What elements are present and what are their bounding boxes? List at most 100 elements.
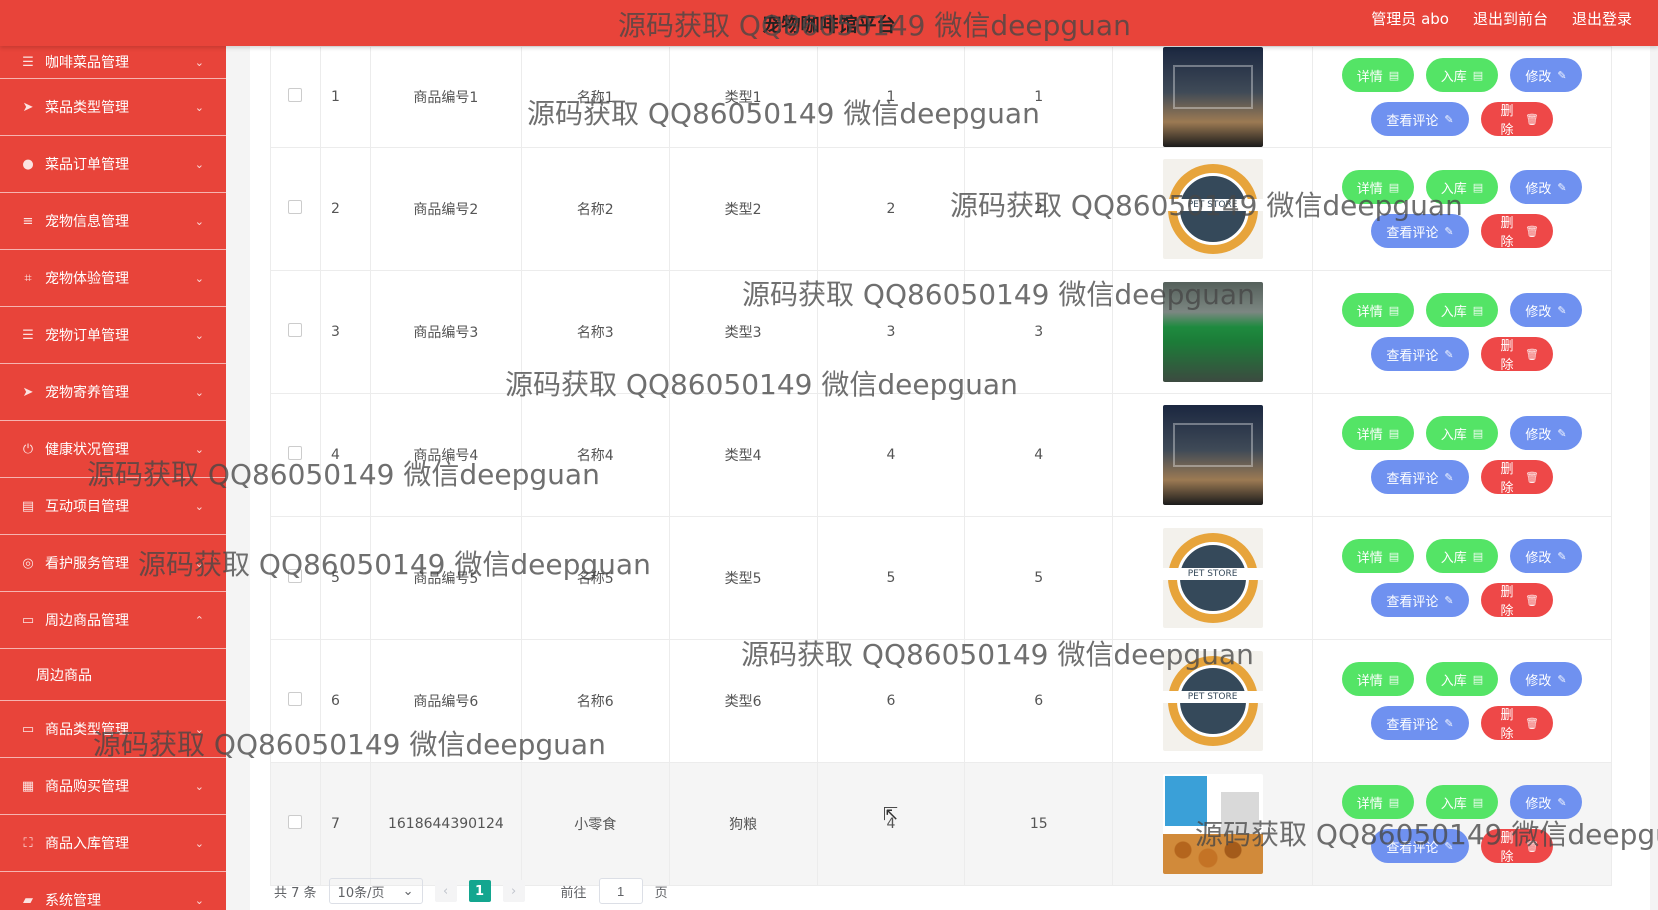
row-index: 7: [319, 762, 371, 886]
sidebar-item-6[interactable]: ➤ 宠物寄养管理 ⌄: [0, 364, 226, 421]
detail-button[interactable]: 详情 ▤: [1342, 662, 1414, 696]
stock-in-button[interactable]: 入库 ▤: [1426, 170, 1498, 204]
back-to-frontend-link[interactable]: 退出到前台: [1473, 8, 1548, 29]
logout-link[interactable]: 退出登录: [1572, 8, 1632, 29]
row-checkbox[interactable]: [288, 815, 303, 829]
trash-icon: 🗑: [1525, 839, 1539, 853]
sidebar-item-8[interactable]: ▤ 互动项目管理 ⌄: [0, 478, 226, 535]
stock-in-button[interactable]: 入库 ▤: [1426, 785, 1498, 819]
goods-value-2: 6: [964, 639, 1114, 763]
edit-button[interactable]: 修改 ✎: [1510, 293, 1582, 327]
row-checkbox[interactable]: [288, 446, 303, 460]
top-bar: 宠物咖啡馆平台 管理员 abo 退出到前台 退出登录: [0, 0, 1658, 46]
chevron-down-icon: ⌄: [194, 157, 204, 171]
delete-button[interactable]: 删除 🗑: [1481, 102, 1553, 138]
pencil-icon: ✎: [1444, 224, 1454, 238]
view-reviews-button[interactable]: 查看评论 ✎: [1371, 214, 1469, 248]
row-checkbox[interactable]: [288, 323, 303, 337]
page-1-button[interactable]: 1: [468, 880, 491, 902]
page-size-select[interactable]: 10条/页 ⌄: [328, 878, 423, 904]
detail-button[interactable]: 详情 ▤: [1342, 416, 1414, 450]
delete-button[interactable]: 删除 🗑: [1481, 214, 1553, 250]
detail-button[interactable]: 详情 ▤: [1342, 293, 1414, 327]
detail-button[interactable]: 详情 ▤: [1342, 785, 1414, 819]
sidebar-item-label: 咖啡菜品管理: [45, 55, 129, 71]
delete-button[interactable]: 删除 🗑: [1481, 829, 1553, 865]
chevron-down-icon: ⌄: [194, 271, 204, 285]
edit-button[interactable]: 修改 ✎: [1510, 539, 1582, 573]
sidebar-item-label: 宠物寄养管理: [45, 385, 129, 401]
sidebar-item-9[interactable]: ◎ 看护服务管理 ⌄: [0, 535, 226, 592]
sidebar-item-0[interactable]: ☰ 咖啡菜品管理 ⌄: [0, 46, 226, 79]
pencil-icon: ✎: [1444, 593, 1454, 607]
view-reviews-button[interactable]: 查看评论 ✎: [1371, 102, 1469, 136]
chevron-left-icon: ‹: [442, 883, 449, 899]
row-checkbox[interactable]: [288, 88, 303, 102]
admin-user-link[interactable]: 管理员 abo: [1371, 8, 1449, 29]
view-reviews-button[interactable]: 查看评论 ✎: [1371, 337, 1469, 371]
detail-button[interactable]: 详情 ▤: [1342, 58, 1414, 92]
stock-in-button[interactable]: 入库 ▤: [1426, 293, 1498, 327]
sidebar-item-1[interactable]: ➤ 菜品类型管理 ⌄: [0, 79, 226, 136]
sidebar-item-3[interactable]: ≡ 宠物信息管理 ⌄: [0, 193, 226, 250]
pencil-icon: ✎: [1557, 180, 1567, 194]
stock-in-button[interactable]: 入库 ▤: [1426, 539, 1498, 573]
chevron-down-icon: ⌄: [194, 893, 204, 907]
goods-image: [1162, 774, 1263, 874]
chevron-down-icon: ⌄: [194, 722, 204, 736]
delete-button[interactable]: 删除 🗑: [1481, 583, 1553, 619]
delete-button[interactable]: 删除 🗑: [1481, 460, 1553, 496]
detail-button[interactable]: 详情 ▤: [1342, 170, 1414, 204]
edit-button[interactable]: 修改 ✎: [1510, 662, 1582, 696]
sidebar-item-10[interactable]: ▭ 周边商品管理 ⌃: [0, 592, 226, 649]
goods-name: 小零食: [520, 762, 670, 886]
delete-button[interactable]: 删除 🗑: [1481, 706, 1553, 742]
chevron-down-icon: ⌄: [194, 556, 204, 570]
stock-in-button[interactable]: 入库 ▤: [1426, 58, 1498, 92]
stock-in-button[interactable]: 入库 ▤: [1426, 416, 1498, 450]
crop-icon: ⌗: [24, 270, 32, 286]
frame-icon: ⛶: [23, 835, 33, 851]
sidebar-item-5[interactable]: ☰ 宠物订单管理 ⌄: [0, 307, 226, 364]
compass-icon: ◎: [22, 555, 34, 571]
pencil-icon: ✎: [1557, 68, 1567, 82]
detail-button[interactable]: 详情 ▤: [1342, 539, 1414, 573]
sidebar-subitem-goods[interactable]: 周边商品: [0, 649, 226, 701]
document-icon: ▤: [1472, 426, 1484, 440]
goto-page-input[interactable]: [598, 878, 643, 904]
view-reviews-button[interactable]: 查看评论 ✎: [1371, 583, 1469, 617]
sidebar-item-14[interactable]: ▰ 系统管理 ⌄: [0, 872, 226, 910]
view-reviews-button[interactable]: 查看评论 ✎: [1371, 829, 1469, 863]
chevron-up-icon: ⌃: [194, 613, 204, 627]
view-reviews-button[interactable]: 查看评论 ✎: [1371, 706, 1469, 740]
row-index: 3: [319, 270, 371, 394]
next-page-button[interactable]: ›: [502, 880, 525, 902]
sidebar-item-11[interactable]: ▭ 商品类型管理 ⌄: [0, 701, 226, 758]
trash-icon: 🗑: [1525, 112, 1539, 126]
goods-code: 商品编号2: [369, 147, 522, 271]
edit-button[interactable]: 修改 ✎: [1510, 416, 1582, 450]
goods-value-1: 2: [816, 147, 966, 271]
goods-value-1: 4: [816, 393, 966, 517]
send-icon: ➤: [22, 384, 34, 400]
row-checkbox[interactable]: [288, 692, 303, 706]
row-checkbox[interactable]: [288, 569, 303, 583]
delete-button[interactable]: 删除 🗑: [1481, 337, 1553, 373]
view-reviews-button[interactable]: 查看评论 ✎: [1371, 460, 1469, 494]
edit-button[interactable]: 修改 ✎: [1510, 58, 1582, 92]
trash-icon: 🗑: [1525, 347, 1539, 361]
goods-name: 名称4: [520, 393, 670, 517]
row-checkbox[interactable]: [288, 200, 303, 214]
cart-icon: ▰: [23, 892, 33, 908]
sidebar-item-4[interactable]: ⌗ 宠物体验管理 ⌄: [0, 250, 226, 307]
edit-button[interactable]: 修改 ✎: [1510, 785, 1582, 819]
sidebar-item-7[interactable]: ⏻ 健康状况管理 ⌄: [0, 421, 226, 478]
sidebar-item-label: 菜品类型管理: [45, 100, 129, 116]
sidebar-item-13[interactable]: ⛶ 商品入库管理 ⌄: [0, 815, 226, 872]
stock-in-button[interactable]: 入库 ▤: [1426, 662, 1498, 696]
table-row: 7 1618644390124 小零食 狗粮 4 15 详情 ▤ 入库 ▤ 修改 ✎ 查看评论 ✎ 删除 🗑: [270, 762, 1612, 886]
sidebar-item-2[interactable]: ● 菜品订单管理 ⌄: [0, 136, 226, 193]
prev-page-button[interactable]: ‹: [434, 880, 457, 902]
sidebar-item-12[interactable]: ▦ 商品购买管理 ⌄: [0, 758, 226, 815]
edit-button[interactable]: 修改 ✎: [1510, 170, 1582, 204]
